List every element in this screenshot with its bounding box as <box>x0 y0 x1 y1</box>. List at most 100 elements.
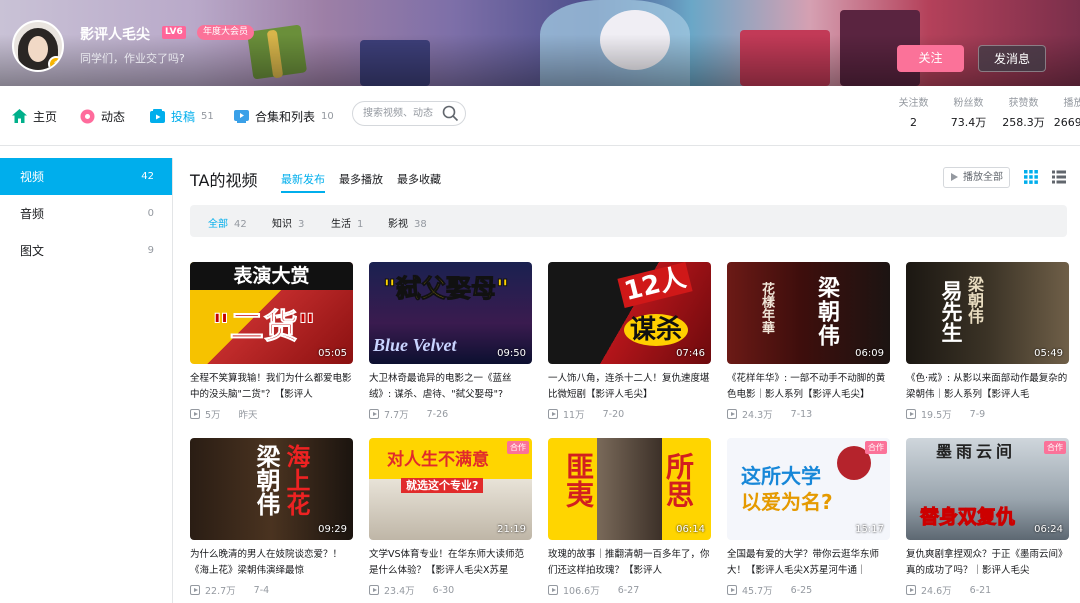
play-count-icon <box>190 409 200 419</box>
filter-life[interactable]: 生活 1 <box>331 215 363 230</box>
video-thumbnail[interactable]: 这所大学 以爱为名? 合作 15:17 <box>727 438 890 540</box>
collab-badge: 合作 <box>1044 441 1066 454</box>
video-date: 6-27 <box>617 584 640 596</box>
video-date: 6-30 <box>432 584 455 596</box>
video-date: 7-26 <box>426 408 449 420</box>
video-card[interactable]: 匪夷 所思 06:14 玫瑰的故事｜推翻清朝一百多年了，你们还这样拍玫瑰？【影评… <box>548 438 711 597</box>
video-card[interactable]: 表演大赏 "二货" 05:05 全程不笑算我输！我们为什么都爱电影中的没头脑"二… <box>190 262 353 421</box>
sidebar-item-audio[interactable]: 音频 0 <box>0 195 172 232</box>
message-button[interactable]: 发消息 <box>978 45 1046 72</box>
search-icon[interactable] <box>442 105 459 131</box>
video-duration: 09:50 <box>497 348 526 359</box>
video-title[interactable]: 全程不笑算我输！我们为什么都爱电影中的没头脑"二货"？【影评人 <box>190 371 353 403</box>
video-meta: 24.6万 6-21 <box>906 583 1069 597</box>
video-title[interactable]: 一人饰八角，连杀十二人！复仇速度堪比微短剧【影评人毛尖】 <box>548 371 711 403</box>
video-title[interactable]: 文学VS体育专业！在华东师大读师范是什么体验？【影评人毛尖X苏星 <box>369 547 532 579</box>
video-card[interactable]: 易先生 梁朝伟 05:49 《色·戒》: 从影以来面部动作最复杂的梁朝伟｜影人系… <box>906 262 1069 421</box>
video-views: 106.6万 <box>563 586 600 597</box>
tab-collections[interactable]: 合集和列表 10 <box>234 104 334 128</box>
video-title[interactable]: 全国最有爱的大学？带你云逛华东师大！【影评人毛尖X苏星河牛通｜ <box>727 547 890 579</box>
tab-collections-label: 合集和列表 <box>255 109 316 124</box>
video-card[interactable]: 梁朝伟 花樣年華 06:09 《花样年华》: 一部不动手不动脚的黄色电影｜影人系… <box>727 262 890 421</box>
video-card[interactable]: "弑父娶母" Blue Velvet 09:50 大卫林奇最诡异的电影之一《蓝丝… <box>369 262 532 421</box>
play-count-icon <box>906 585 916 595</box>
sort-tab-most-played[interactable]: 最多播放 <box>339 171 383 187</box>
video-title[interactable]: 《花样年华》: 一部不动手不动脚的黄色电影｜影人系列【影评人毛尖】 <box>727 371 890 403</box>
search-input[interactable]: 搜索视频、动态 <box>352 101 466 126</box>
video-thumbnail[interactable]: 12人 谋杀 07:46 <box>548 262 711 364</box>
video-views: 45.7万 <box>742 586 773 597</box>
list-view-icon[interactable] <box>1052 169 1066 188</box>
video-views: 24.6万 <box>921 586 952 597</box>
tab-home-label: 主页 <box>33 109 58 124</box>
sort-tab-most-favorited[interactable]: 最多收藏 <box>397 171 441 187</box>
filter-knowledge[interactable]: 知识 3 <box>272 215 304 230</box>
tab-collections-count: 10 <box>321 110 334 122</box>
video-title[interactable]: 为什么晚清的男人在妓院谈恋爱？！《海上花》梁朝伟演绎最惊 <box>190 547 353 579</box>
content-type-sidebar: 视频 42 音频 0 图文 9 <box>0 158 173 603</box>
home-icon <box>12 109 27 124</box>
vip-badge[interactable]: 年度大会员 <box>197 25 255 40</box>
tab-dynamic[interactable]: 动态 <box>80 104 125 128</box>
video-card[interactable]: 梁朝伟 海上花 09:29 为什么晚清的男人在妓院谈恋爱？！《海上花》梁朝伟演绎… <box>190 438 353 597</box>
video-thumbnail[interactable]: 梁朝伟 花樣年華 06:09 <box>727 262 890 364</box>
dynamic-icon <box>80 109 95 124</box>
video-views: 5万 <box>205 410 221 421</box>
video-date: 6-25 <box>790 584 813 596</box>
video-date: 昨天 <box>238 410 258 421</box>
video-thumbnail[interactable]: 梁朝伟 海上花 09:29 <box>190 438 353 540</box>
sort-tab-latest[interactable]: 最新发布 <box>281 171 325 193</box>
video-duration: 05:49 <box>1034 348 1063 359</box>
video-date: 7-4 <box>253 584 270 596</box>
video-thumbnail[interactable]: 匪夷 所思 06:14 <box>548 438 711 540</box>
play-icon <box>951 173 958 181</box>
profile-banner <box>0 0 1080 86</box>
stat-following[interactable]: 关注数 2 <box>886 97 941 132</box>
video-meta: 19.5万 7-9 <box>906 407 1069 421</box>
stat-followers[interactable]: 粉丝数 73.4万 <box>941 97 996 132</box>
search-placeholder: 搜索视频、动态 <box>363 108 433 119</box>
tab-home[interactable]: 主页 <box>12 104 57 128</box>
video-duration: 06:24 <box>1034 524 1063 535</box>
video-thumbnail[interactable]: 表演大赏 "二货" 05:05 <box>190 262 353 364</box>
category-filter-bar: 全部 42 知识 3 生活 1 影视 38 <box>190 205 1067 237</box>
level-badge: LV6 <box>162 26 186 39</box>
video-meta: 5万 昨天 <box>190 407 353 421</box>
verified-badge-icon: ⚡ <box>48 56 62 70</box>
stat-plays: 播放数2669.9万 <box>1053 98 1080 129</box>
video-title[interactable]: 大卫林奇最诡异的电影之一《蓝丝绒》: 谋杀、虐待、"弑父娶母"? <box>369 371 532 403</box>
avatar[interactable]: ⚡ <box>12 20 64 72</box>
video-thumbnail[interactable]: "弑父娶母" Blue Velvet 09:50 <box>369 262 532 364</box>
video-title[interactable]: 复仇爽剧拿捏观众？于正《墨雨云间》真的成功了吗？｜影评人毛尖 <box>906 547 1069 579</box>
video-title[interactable]: 玫瑰的故事｜推翻清朝一百多年了，你们还这样拍玫瑰？【影评人 <box>548 547 711 579</box>
video-thumbnail[interactable]: 对人生不满意 就选这个专业? 合作 21:19 <box>369 438 532 540</box>
filter-film[interactable]: 影视 38 <box>388 215 427 230</box>
video-card[interactable]: 对人生不满意 就选这个专业? 合作 21:19 文学VS体育专业！在华东师大读师… <box>369 438 532 597</box>
filter-all[interactable]: 全部 42 <box>208 215 247 230</box>
tab-posts[interactable]: 投稿 51 <box>150 104 214 128</box>
section-title: TA的视频 <box>190 171 258 190</box>
video-date: 7-13 <box>790 408 813 420</box>
video-thumbnail[interactable]: 墨雨云间 替身双复仇 合作 06:24 <box>906 438 1069 540</box>
posts-icon <box>150 109 165 124</box>
video-meta: 106.6万 6-27 <box>548 583 711 597</box>
play-all-button[interactable]: 播放全部 <box>943 167 1010 188</box>
video-duration: 05:05 <box>318 348 347 359</box>
video-card[interactable]: 12人 谋杀 07:46 一人饰八角，连杀十二人！复仇速度堪比微短剧【影评人毛尖… <box>548 262 711 421</box>
collections-icon <box>234 109 249 124</box>
video-duration: 06:14 <box>676 524 705 535</box>
video-meta: 23.4万 6-30 <box>369 583 532 597</box>
video-title[interactable]: 《色·戒》: 从影以来面部动作最复杂的梁朝伟｜影人系列【影评人毛 <box>906 371 1069 403</box>
sidebar-item-article[interactable]: 图文 9 <box>0 232 172 269</box>
play-count-icon <box>727 409 737 419</box>
video-card[interactable]: 墨雨云间 替身双复仇 合作 06:24 复仇爽剧拿捏观众？于正《墨雨云间》真的成… <box>906 438 1069 597</box>
grid-view-icon[interactable] <box>1024 169 1038 188</box>
video-meta: 7.7万 7-26 <box>369 407 532 421</box>
sidebar-item-video[interactable]: 视频 42 <box>0 158 172 195</box>
collab-badge: 合作 <box>865 441 887 454</box>
follow-button[interactable]: 关注 <box>897 45 964 72</box>
video-card[interactable]: 这所大学 以爱为名? 合作 15:17 全国最有爱的大学？带你云逛华东师大！【影… <box>727 438 890 597</box>
profile-nav: 主页 动态 投稿 51 合集和列表 10 搜索视频、动态 关注数 2 粉丝数 73.… <box>0 86 1080 146</box>
video-thumbnail[interactable]: 易先生 梁朝伟 05:49 <box>906 262 1069 364</box>
video-duration: 15:17 <box>855 524 884 535</box>
